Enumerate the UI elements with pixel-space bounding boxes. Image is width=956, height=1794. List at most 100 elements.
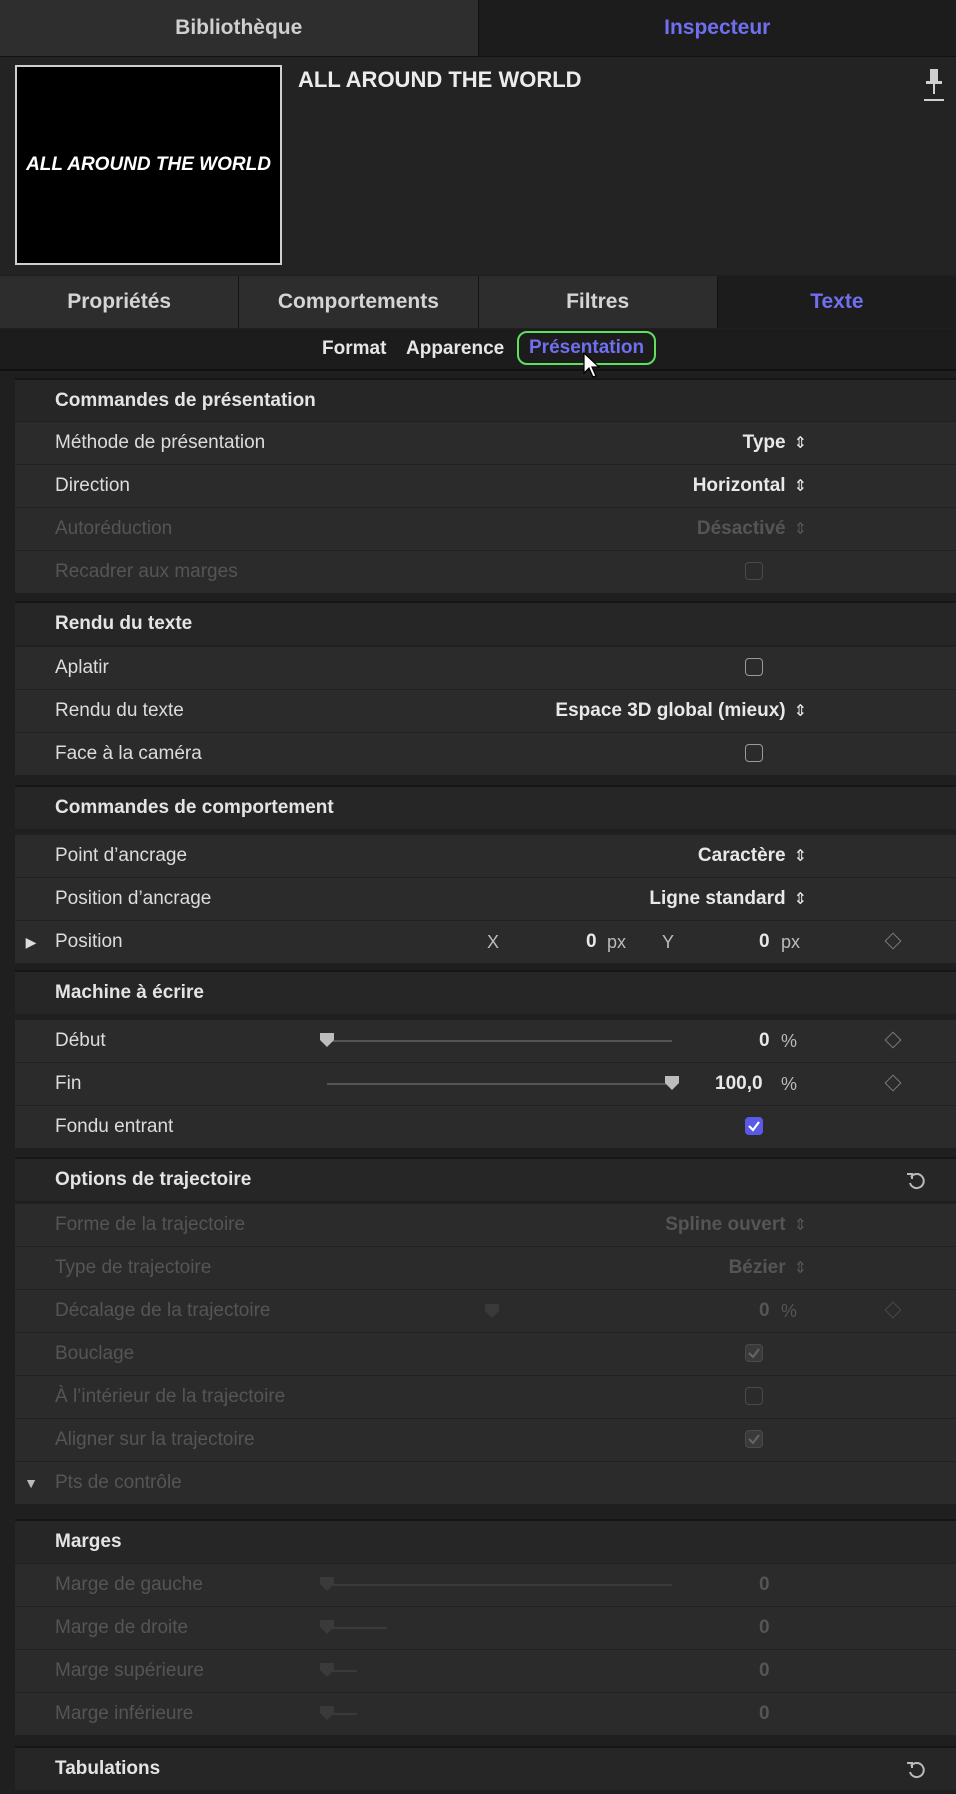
autoshrink-popup[interactable]: Désactivé ⇕ (697, 508, 807, 550)
row-label: Rendu du texte (55, 700, 184, 721)
row-anchor-position: Position d’ancrage Ligne standard ⇕ (15, 877, 956, 920)
slider-thumb[interactable] (320, 1706, 334, 1720)
row-label: Décalage de la trajectoire (55, 1300, 271, 1321)
anchor-position-popup[interactable]: Ligne standard ⇕ (649, 878, 807, 920)
checkmark-icon (748, 1121, 760, 1132)
row-path-offset: Décalage de la trajectoire 0 % (15, 1289, 956, 1332)
row-label: Aplatir (55, 657, 109, 678)
margin-left-slider[interactable] (320, 1577, 672, 1591)
end-value[interactable]: 100,0 (715, 1063, 763, 1105)
section-title: Commandes de présentation (55, 390, 316, 411)
slider-thumb[interactable] (320, 1620, 334, 1634)
row-label: Autoréduction (55, 518, 173, 539)
align-path-checkbox[interactable] (745, 1430, 763, 1448)
row-margin-left: Marge de gauche 0 (15, 1563, 956, 1606)
margin-left-value[interactable]: 0 (759, 1564, 770, 1606)
slider-thumb[interactable] (485, 1304, 499, 1318)
pin-icon[interactable] (922, 67, 946, 103)
end-unit: % (781, 1073, 798, 1094)
fade-in-checkbox[interactable] (745, 1117, 763, 1135)
y-axis-label: Y (662, 931, 675, 952)
clip-thumbnail: ALL AROUND THE WORLD (15, 65, 282, 265)
slider-thumb[interactable] (665, 1076, 679, 1090)
disclosure-triangle-icon[interactable]: ▶ (13, 921, 49, 963)
row-label: Marge supérieure (55, 1660, 204, 1681)
tab-filters[interactable]: Filtres (478, 276, 718, 328)
inspector-tabs: Propriétés Comportements Filtres Texte (0, 276, 956, 328)
section-typewriter: Machine à écrire (15, 970, 956, 1014)
row-label: Début (55, 1030, 106, 1051)
section-path-options: Options de trajectoire (15, 1157, 956, 1201)
tab-behaviors[interactable]: Comportements (239, 276, 479, 328)
margin-right-slider[interactable] (320, 1620, 387, 1634)
render-popup[interactable]: Espace 3D global (mieux) ⇕ (555, 690, 807, 732)
row-margin-bottom: Marge inférieure 0 (15, 1692, 956, 1735)
subtab-format[interactable]: Format (322, 329, 386, 369)
section-tabs: Tabulations (15, 1746, 956, 1790)
keyframe-icon[interactable] (884, 1301, 902, 1319)
row-label: Direction (55, 475, 130, 496)
start-value[interactable]: 0 (759, 1020, 770, 1062)
flatten-checkbox[interactable] (745, 658, 763, 676)
row-label: Face à la caméra (55, 743, 202, 764)
margin-bottom-slider[interactable] (320, 1706, 357, 1720)
direction-popup[interactable]: Horizontal ⇕ (693, 465, 807, 507)
crop-margins-checkbox[interactable] (745, 562, 763, 580)
reset-icon[interactable] (905, 1758, 927, 1780)
disclosure-triangle-icon[interactable]: ▼ (13, 1462, 49, 1504)
position-y-field[interactable]: 0 (759, 921, 770, 963)
updown-arrow-icon: ⇕ (793, 521, 807, 538)
start-slider[interactable] (320, 1033, 672, 1047)
margin-top-value[interactable]: 0 (759, 1650, 770, 1692)
section-title: Marges (55, 1531, 122, 1552)
anchor-point-popup[interactable]: Caractère ⇕ (698, 835, 807, 877)
row-autoshrink: Autoréduction Désactivé ⇕ (15, 507, 956, 550)
updown-arrow-icon: ⇕ (793, 848, 807, 865)
end-slider[interactable] (327, 1076, 679, 1090)
margin-top-slider[interactable] (320, 1663, 357, 1677)
row-loop: Bouclage (15, 1332, 956, 1375)
margin-right-value[interactable]: 0 (759, 1607, 770, 1649)
position-x-field[interactable]: 0 (586, 921, 597, 963)
tab-library[interactable]: Bibliothèque (0, 0, 479, 56)
row-label: Type de trajectoire (55, 1257, 212, 1278)
section-title: Machine à écrire (55, 982, 204, 1003)
row-anchor-point: Point d’ancrage Caractère ⇕ (15, 834, 956, 877)
keyframe-icon[interactable] (884, 932, 902, 950)
path-type-popup[interactable]: Bézier ⇕ (729, 1247, 807, 1289)
inside-path-checkbox[interactable] (745, 1387, 763, 1405)
keyframe-icon[interactable] (884, 1031, 902, 1049)
slider-thumb[interactable] (320, 1577, 334, 1591)
keyframe-icon[interactable] (884, 1074, 902, 1092)
tab-text[interactable]: Texte (717, 276, 956, 328)
row-margin-right: Marge de droite 0 (15, 1606, 956, 1649)
row-margin-top: Marge supérieure 0 (15, 1649, 956, 1692)
layout-method-popup[interactable]: Type ⇕ (743, 422, 807, 464)
subtab-appearance[interactable]: Apparence (406, 329, 504, 369)
section-title: Commandes de comportement (55, 797, 334, 818)
inspector-panel: Bibliothèque Inspecteur ALL AROUND THE W… (0, 0, 956, 1794)
face-camera-checkbox[interactable] (745, 744, 763, 762)
top-tab-bar: Bibliothèque Inspecteur (0, 0, 956, 57)
margin-bottom-value[interactable]: 0 (759, 1693, 770, 1735)
x-axis-label: X (487, 931, 500, 952)
section-behavior-controls: Commandes de comportement (15, 785, 956, 829)
tab-properties[interactable]: Propriétés (0, 276, 240, 328)
row-crop-margins: Recadrer aux marges (15, 550, 956, 593)
y-unit: px (781, 931, 801, 952)
section-layout-controls: Commandes de présentation (15, 378, 956, 422)
checkmark-icon (748, 1434, 760, 1445)
path-shape-popup[interactable]: Spline ouvert ⇕ (665, 1204, 807, 1246)
slider-thumb[interactable] (320, 1033, 334, 1047)
updown-arrow-icon: ⇕ (793, 435, 807, 452)
reset-icon[interactable] (905, 1169, 927, 1191)
path-offset-value[interactable]: 0 (759, 1290, 770, 1332)
path-offset-unit: % (781, 1300, 798, 1321)
section-text-render: Rendu du texte (15, 601, 956, 645)
row-layout-method: Méthode de présentation Type ⇕ (15, 421, 956, 464)
loop-checkbox[interactable] (745, 1344, 763, 1362)
row-render: Rendu du texte Espace 3D global (mieux) ⇕ (15, 689, 956, 732)
row-align-path: Aligner sur la trajectoire (15, 1418, 956, 1461)
slider-thumb[interactable] (320, 1663, 334, 1677)
tab-inspector[interactable]: Inspecteur (478, 0, 956, 56)
